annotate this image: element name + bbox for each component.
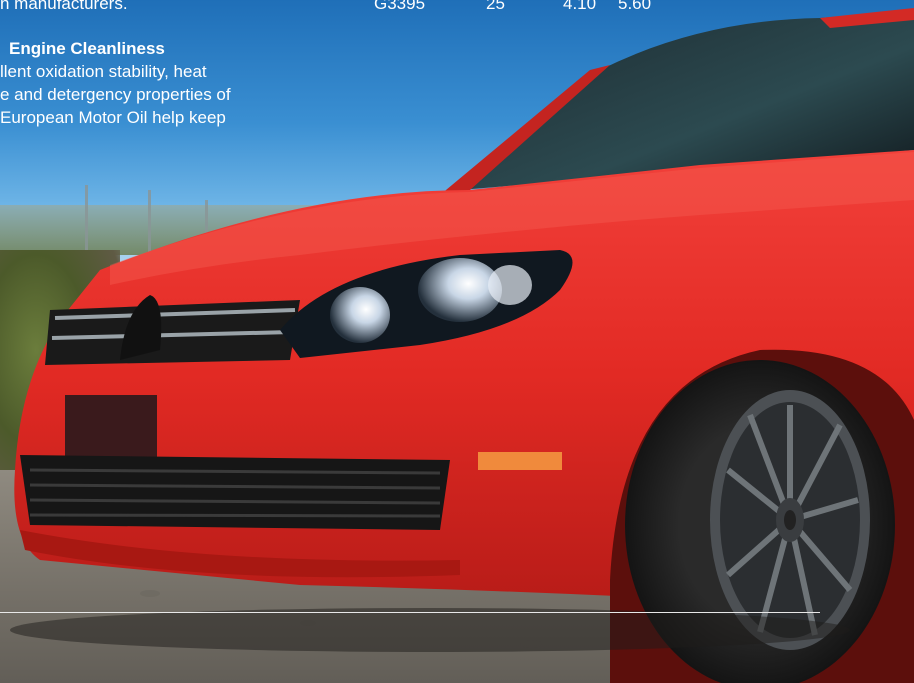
product-code: G3395 xyxy=(374,0,426,13)
price-b: 5.60 xyxy=(618,0,652,13)
intro-fragment: n manufacturers. xyxy=(0,0,128,13)
price-a: 4.10 xyxy=(563,0,597,13)
lower-grille xyxy=(20,455,450,530)
case-count: 25 xyxy=(486,0,505,13)
body-line-1: llent oxidation stability, heat xyxy=(0,62,207,81)
body-line-3: European Motor Oil help keep xyxy=(0,108,226,127)
section-heading: Engine Cleanliness xyxy=(9,39,165,58)
turn-signal xyxy=(478,452,562,470)
divider-line xyxy=(0,612,820,613)
body-line-2: e and detergency properties of xyxy=(0,85,231,104)
